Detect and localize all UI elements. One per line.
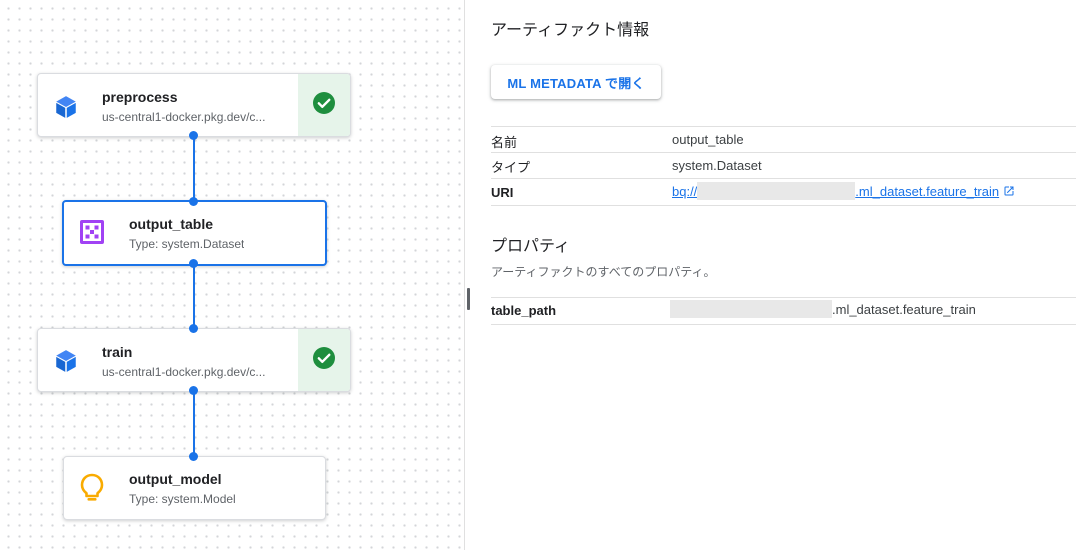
info-label-name: 名前 [491, 135, 518, 150]
table-divider [491, 205, 1076, 206]
check-circle-icon [312, 346, 336, 375]
pipeline-graph-canvas[interactable]: preprocess us-central1-docker.pkg.dev/c.… [0, 0, 464, 550]
properties-title: プロパティ [491, 238, 571, 255]
info-label-uri: URI [491, 185, 514, 200]
node-preprocess[interactable]: preprocess us-central1-docker.pkg.dev/c.… [37, 73, 351, 137]
info-value-uri[interactable]: bq:// .ml_dataset.feature_train [672, 182, 1015, 200]
lightbulb-icon [78, 472, 106, 509]
table-divider [491, 152, 1076, 153]
node-train[interactable]: train us-central1-docker.pkg.dev/c... [37, 328, 351, 392]
status-succeeded [298, 329, 350, 391]
table-divider [491, 126, 1076, 127]
info-label-type: タイプ [491, 160, 531, 175]
redacted-text [670, 300, 832, 318]
node-title: output_model [129, 471, 222, 487]
info-value-name: output_table [672, 132, 744, 147]
cube-icon [53, 348, 79, 379]
edge-train-output-model [193, 391, 195, 457]
node-subtitle: us-central1-docker.pkg.dev/c... [102, 365, 266, 379]
property-value-table-path: .ml_dataset.feature_train [670, 300, 976, 318]
resize-handle[interactable] [467, 288, 470, 310]
node-title: output_table [129, 216, 213, 232]
redacted-text [697, 182, 856, 200]
property-value-suffix: .ml_dataset.feature_train [832, 301, 976, 317]
dataset-icon [78, 218, 106, 251]
node-output-port[interactable] [189, 386, 198, 395]
table-divider [491, 324, 1076, 325]
node-output-table[interactable]: output_table Type: system.Dataset [62, 200, 327, 266]
node-output-port[interactable] [189, 259, 198, 268]
node-subtitle: Type: system.Dataset [129, 237, 245, 251]
uri-link-prefix[interactable]: bq:// [672, 184, 697, 199]
node-output-model[interactable]: output_model Type: system.Model [63, 456, 326, 520]
open-in-new-icon[interactable] [1003, 185, 1015, 197]
node-title: train [102, 344, 133, 360]
check-circle-icon [312, 91, 336, 120]
node-subtitle: Type: system.Model [129, 492, 236, 506]
node-input-port[interactable] [189, 452, 198, 461]
edge-preprocess-output-table [193, 136, 195, 202]
node-input-port[interactable] [189, 197, 198, 206]
node-title: preprocess [102, 89, 178, 105]
panel-divider [464, 0, 465, 550]
property-label-table-path: table_path [491, 303, 557, 318]
open-ml-metadata-button[interactable]: ML METADATA で開く [491, 65, 661, 99]
panel-title: アーティファクト情報 [491, 22, 650, 39]
uri-link-suffix[interactable]: .ml_dataset.feature_train [855, 184, 999, 199]
node-subtitle: us-central1-docker.pkg.dev/c... [102, 110, 266, 124]
status-succeeded [298, 74, 350, 136]
table-divider [491, 297, 1076, 298]
node-output-port[interactable] [189, 131, 198, 140]
edge-output-table-train [193, 264, 195, 330]
node-input-port[interactable] [189, 324, 198, 333]
table-divider [491, 178, 1076, 179]
info-value-type: system.Dataset [672, 158, 762, 173]
cube-icon [53, 94, 79, 125]
properties-description: アーティファクトのすべてのプロパティ。 [491, 265, 716, 279]
